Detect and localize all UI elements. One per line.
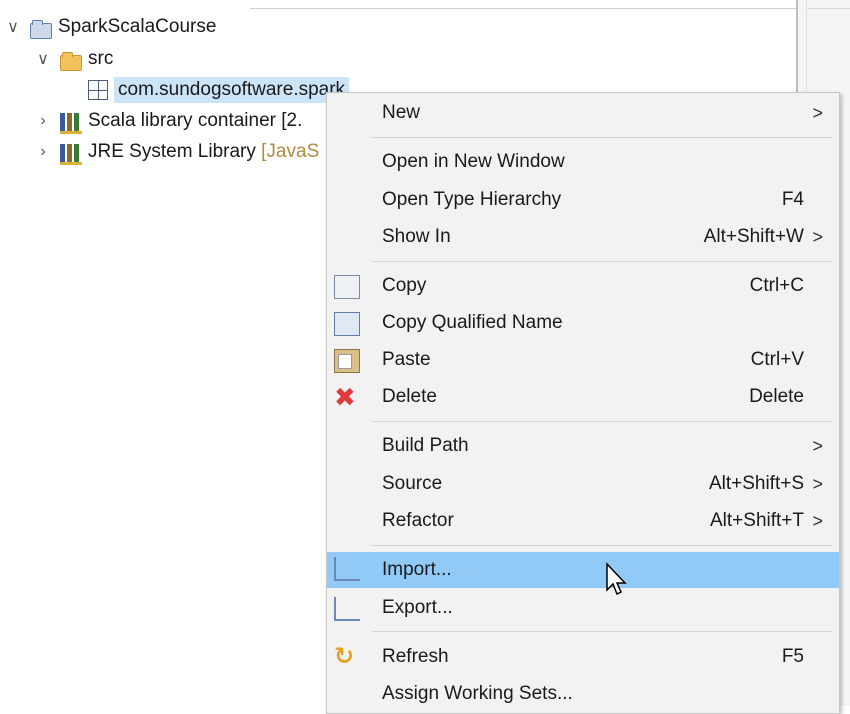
submenu-arrow-icon: > xyxy=(812,102,823,123)
menu-item-copy-qualified-name[interactable]: Copy Qualified Name xyxy=(327,307,839,339)
menu-item-label: Open in New Window xyxy=(382,151,565,172)
copy-qualified-name-icon xyxy=(334,312,360,336)
tree-item-scala-library[interactable]: › Scala library container [2. xyxy=(34,106,302,136)
copy-icon xyxy=(329,275,360,299)
chevron-right-icon[interactable]: › xyxy=(34,112,52,130)
tree-item-label: src xyxy=(88,48,114,69)
menu-item-import[interactable]: Import... xyxy=(327,552,839,588)
tree-item-jre-library[interactable]: › JRE System Library [JavaS xyxy=(34,137,319,167)
menu-separator xyxy=(372,421,832,422)
menu-item-shortcut: Alt+Shift+S xyxy=(708,473,804,494)
menu-separator xyxy=(372,137,832,138)
menu-item-shortcut: Ctrl+C xyxy=(749,275,804,296)
menu-item-refresh[interactable]: ↻ Refresh F5 xyxy=(327,641,839,673)
menu-item-shortcut: F5 xyxy=(781,646,804,667)
tree-item-label: com.sundogsoftware.spark xyxy=(114,77,350,103)
menu-item-label: Export... xyxy=(382,597,453,618)
menu-item-label: Show In xyxy=(382,226,451,247)
library-icon xyxy=(60,112,82,134)
paste-icon xyxy=(334,349,360,373)
menu-item-shortcut: Alt+Shift+T xyxy=(710,510,804,531)
menu-item-paste[interactable]: Paste Ctrl+V xyxy=(327,344,839,376)
export-icon xyxy=(334,597,360,621)
menu-separator xyxy=(372,545,832,546)
menu-separator xyxy=(372,261,832,262)
submenu-arrow-icon: > xyxy=(812,226,823,247)
library-icon xyxy=(60,143,82,165)
tree-item-label: SparkScalaCourse xyxy=(58,16,217,37)
menu-item-export[interactable]: Export... xyxy=(327,592,839,624)
chevron-down-icon[interactable]: ∨ xyxy=(34,50,52,68)
menu-item-new[interactable]: New > xyxy=(327,97,839,129)
menu-item-shortcut: F4 xyxy=(781,189,804,210)
submenu-arrow-icon: > xyxy=(812,435,823,456)
tree-item-project[interactable]: ∨ SparkScalaCourse xyxy=(4,12,216,42)
menu-item-label: Refactor xyxy=(382,510,454,531)
menu-item-refactor[interactable]: Refactor Alt+Shift+T > xyxy=(327,505,839,537)
menu-item-label: Paste xyxy=(382,349,431,370)
menu-item-label: Refresh xyxy=(382,646,449,667)
source-folder-icon xyxy=(60,52,82,71)
menu-item-shortcut: Alt+Shift+W xyxy=(703,226,804,247)
mouse-pointer-icon xyxy=(606,562,627,596)
menu-item-shortcut: Ctrl+V xyxy=(750,349,804,370)
tree-item-decoration: [JavaS xyxy=(261,141,320,162)
menu-item-label: Open Type Hierarchy xyxy=(382,189,562,210)
menu-item-label: Copy xyxy=(382,275,427,296)
tree-item-src[interactable]: ∨ src xyxy=(34,44,113,74)
menu-item-open-in-new-window[interactable]: Open in New Window xyxy=(327,146,839,178)
tree-item-label: Scala library container [2. xyxy=(88,110,303,131)
top-edge xyxy=(0,0,850,9)
menu-item-label: Delete xyxy=(382,386,437,407)
submenu-arrow-icon: > xyxy=(812,473,823,494)
refresh-icon: ↻ xyxy=(334,643,355,670)
pane-divider xyxy=(807,8,850,9)
menu-item-label: Assign Working Sets... xyxy=(382,683,573,704)
menu-item-show-in[interactable]: Show In Alt+Shift+W > xyxy=(327,221,839,253)
menu-item-label: Copy Qualified Name xyxy=(382,312,563,333)
menu-item-assign-working-sets[interactable]: Assign Working Sets... xyxy=(327,678,839,710)
menu-item-copy[interactable]: Copy Ctrl+C xyxy=(327,270,839,302)
menu-item-shortcut: Delete xyxy=(749,386,804,407)
menu-item-label: Build Path xyxy=(382,435,469,456)
editor-tab-line xyxy=(250,0,800,9)
menu-item-delete[interactable]: ✖ Delete Delete xyxy=(327,381,839,413)
menu-item-label: Source xyxy=(382,473,443,494)
import-icon xyxy=(334,557,360,581)
submenu-arrow-icon: > xyxy=(812,510,823,531)
chevron-right-icon[interactable]: › xyxy=(34,143,52,161)
menu-item-label: New xyxy=(382,102,421,123)
delete-icon: ✖ xyxy=(334,382,356,412)
project-folder-icon xyxy=(30,20,52,39)
menu-item-build-path[interactable]: Build Path > xyxy=(327,430,839,462)
package-icon xyxy=(88,80,108,100)
menu-item-source[interactable]: Source Alt+Shift+S > xyxy=(327,468,839,500)
tree-item-label: JRE System Library xyxy=(88,141,256,162)
chevron-down-icon[interactable]: ∨ xyxy=(4,18,22,36)
menu-separator xyxy=(372,631,832,632)
context-menu: New > Open in New Window Open Type Hiera… xyxy=(326,92,840,714)
menu-item-label: Import... xyxy=(382,559,452,580)
menu-item-open-type-hierarchy[interactable]: Open Type Hierarchy F4 xyxy=(327,184,839,216)
tree-item-package[interactable]: com.sundogsoftware.spark xyxy=(84,75,350,105)
